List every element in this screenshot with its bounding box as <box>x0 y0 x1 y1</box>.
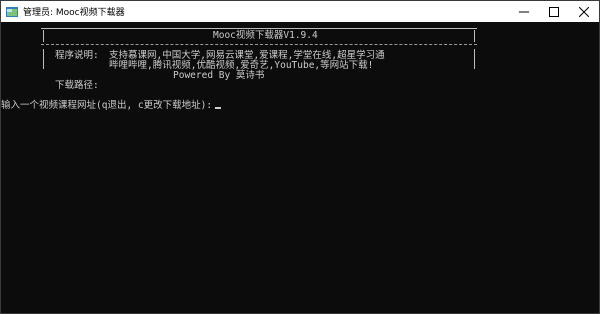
window-controls <box>509 1 599 22</box>
window-title: 管理员: Mooc视频下载器 <box>23 8 125 18</box>
banner-right-bar-top <box>474 30 475 42</box>
maximize-button[interactable] <box>539 1 569 22</box>
console-output[interactable]: Mooc视频下载器V1.9.4 程序说明: 支持慕课网,中国大学,网易云课堂,爱… <box>1 22 599 313</box>
banner-right-bar <box>474 49 475 69</box>
banner-left-bar <box>43 49 44 69</box>
program-description-label: 程序说明: <box>55 50 99 61</box>
banner-top-rule <box>41 28 477 29</box>
close-icon <box>579 6 589 17</box>
download-path-label: 下载路径: <box>55 80 99 91</box>
banner-left-bar-top <box>43 30 44 42</box>
powered-by-text: Powered By 莫诗书 <box>173 70 265 81</box>
minimize-icon <box>519 11 529 12</box>
minimize-button[interactable] <box>509 1 539 22</box>
title-bar[interactable]: 管理员: Mooc视频下载器 <box>1 1 599 22</box>
app-icon <box>6 6 18 17</box>
input-prompt: 输入一个视频课程网址(q退出, c更改下载地址): <box>1 100 222 111</box>
console-window: 管理员: Mooc视频下载器 Mooc视频下载器V1.9.4 程序说明: 支持慕… <box>0 0 600 314</box>
maximize-icon <box>549 6 559 17</box>
close-button[interactable] <box>569 1 599 22</box>
text-cursor <box>215 107 222 109</box>
banner-title-underline <box>41 44 477 45</box>
input-prompt-text: 输入一个视频课程网址(q退出, c更改下载地址): <box>1 100 213 111</box>
banner-title: Mooc视频下载器V1.9.4 <box>213 30 318 41</box>
